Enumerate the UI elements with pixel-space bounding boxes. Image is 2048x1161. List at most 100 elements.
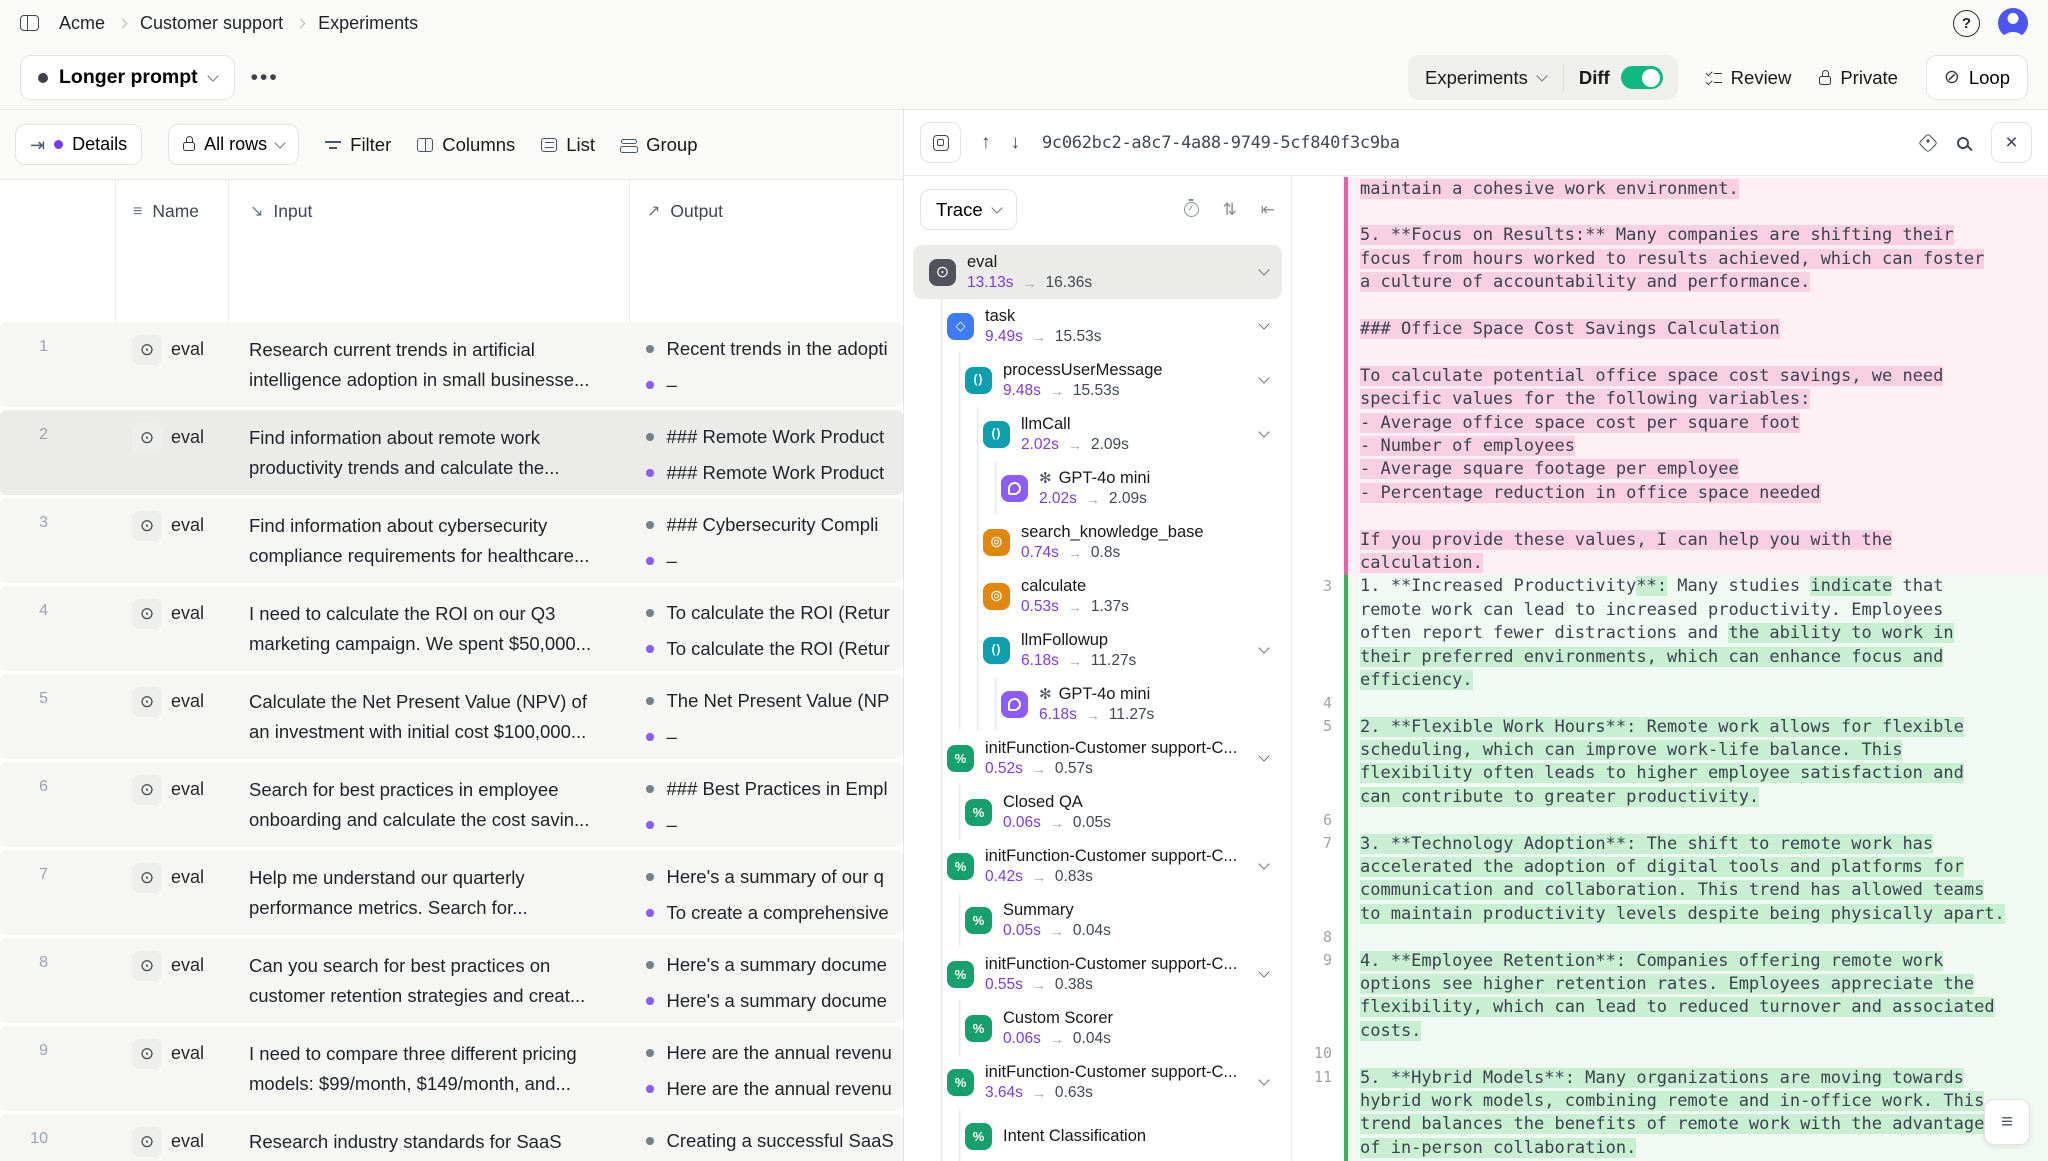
trace-toolbar: Trace ⇅ ⇤ — [913, 189, 1282, 230]
duration-secondary: 0.83s — [1055, 867, 1093, 887]
removed-text: To calculate potential office space cost… — [1360, 366, 1943, 386]
trace-tree-row[interactable]: %initFunction-Customer support-C...0.42s… — [913, 839, 1282, 893]
collapse-vertical-icon[interactable]: ⇅ — [1223, 201, 1237, 218]
breadcrumb-item-customer-support[interactable]: Customer support — [140, 13, 283, 34]
chevron-down-icon[interactable] — [1258, 264, 1269, 275]
chevron-down-icon[interactable] — [1258, 750, 1269, 761]
search-icon[interactable] — [1957, 137, 1969, 149]
trace-tree-row[interactable]: ◇task9.49s→15.53s — [913, 299, 1282, 353]
stopwatch-icon[interactable] — [1184, 202, 1199, 217]
experiment-selector[interactable]: Longer prompt — [20, 55, 235, 100]
group-button[interactable]: Group — [621, 134, 697, 156]
row-name-cell: ⊙eval — [115, 938, 228, 1023]
tag-icon[interactable] — [1918, 133, 1938, 153]
diff-line-text: to maintain productivity levels despite … — [1348, 902, 2048, 925]
table-row[interactable]: 3⊙evalFind information about cybersecuri… — [0, 498, 903, 583]
chevron-down-icon[interactable] — [1258, 318, 1269, 329]
diff-menu-button[interactable]: ≡ — [1984, 1099, 2030, 1145]
trace-tree-row[interactable]: ⊚calculate0.53s→1.37s — [913, 569, 1282, 623]
trace-tree-row[interactable]: %Closed QA0.06s→0.05s — [913, 785, 1282, 839]
trace-tree-row[interactable]: ()llmCall2.02s→2.09s — [913, 407, 1282, 461]
column-header-output[interactable]: ↗ Output — [629, 180, 903, 322]
indent-guide — [929, 299, 947, 353]
trace-span-name: initFunction-Customer support-C... — [985, 846, 1237, 867]
trace-row-text: Custom Scorer0.06s→0.04s — [1003, 1008, 1113, 1049]
removed-text: If you provide these values, I can help … — [1360, 530, 1892, 550]
table-row[interactable]: 7⊙evalHelp me understand our quarterlype… — [0, 850, 903, 935]
loop-button[interactable]: ⊘ Loop — [1926, 55, 2028, 100]
row-input-cell: Research industry standards for SaaS — [228, 1114, 629, 1161]
more-menu-button[interactable]: ••• — [251, 66, 279, 90]
chevron-down-icon[interactable] — [1258, 858, 1269, 869]
trace-tree-row[interactable]: ✻GPT-4o mini2.02s→2.09s — [913, 461, 1282, 515]
diff-line: - Percentage reduction in office space n… — [1292, 481, 2048, 504]
table-row[interactable]: 9⊙evalI need to compare three different … — [0, 1026, 903, 1111]
column-header-input[interactable]: ↘ Input — [228, 180, 629, 322]
chevron-down-icon[interactable] — [1258, 1074, 1269, 1085]
trace-tree-row[interactable]: ()processUserMessage9.48s→15.53s — [913, 353, 1282, 407]
close-button[interactable]: × — [1991, 122, 2032, 163]
table-row[interactable]: 4⊙evalI need to calculate the ROI on our… — [0, 586, 903, 671]
breadcrumb-item-experiments[interactable]: Experiments — [318, 13, 418, 34]
help-icon[interactable]: ? — [1953, 10, 1980, 37]
table-row[interactable]: 6⊙evalSearch for best practices in emplo… — [0, 762, 903, 847]
trace-span-durations: 6.18s→11.27s — [1021, 651, 1136, 671]
collapse-left-icon[interactable]: ⇤ — [1261, 201, 1275, 218]
trace-row-text: llmCall2.02s→2.09s — [1021, 414, 1129, 455]
diff-line-text: If you provide these values, I can help … — [1348, 528, 2048, 551]
trace-tree-row[interactable]: %initFunction-Customer support-C...0.52s… — [913, 731, 1282, 785]
next-row-button[interactable]: ↓ — [1011, 132, 1021, 154]
row-name-cell: ⊙eval — [115, 1026, 228, 1111]
trace-tree-row[interactable]: ⊙eval13.13s→16.36s — [913, 245, 1282, 299]
sidebar-toggle-icon[interactable] — [20, 15, 39, 31]
table-row[interactable]: 10⊙evalResearch industry standards for S… — [0, 1114, 903, 1161]
avatar[interactable] — [1998, 8, 2028, 38]
filter-button[interactable]: Filter — [325, 134, 391, 156]
trace-view-label: Trace — [936, 199, 983, 221]
column-header-name[interactable]: ≡ Name — [115, 180, 228, 322]
trace-tree-row[interactable]: %initFunction-Customer support-C...3.64s… — [913, 1055, 1282, 1109]
chevron-down-icon[interactable] — [1258, 966, 1269, 977]
openai-logo-icon: ✻ — [1039, 684, 1052, 705]
chevron-down-icon[interactable] — [1258, 372, 1269, 383]
trace-tree-pane: Trace ⇅ ⇤ ⊙eval13.13s→16.36s◇task9.49s→1… — [904, 176, 1291, 1161]
review-button[interactable]: Review — [1706, 67, 1792, 89]
cube-span-icon: ◇ — [947, 313, 974, 340]
expand-button[interactable] — [920, 122, 961, 163]
private-button[interactable]: Private — [1819, 67, 1898, 89]
chevron-down-icon[interactable] — [1258, 426, 1269, 437]
indent-guide — [929, 623, 947, 677]
filter-icon — [325, 139, 341, 151]
duration-primary: 0.06s — [1003, 1029, 1041, 1049]
breadcrumb-item-acme[interactable]: Acme — [59, 13, 105, 34]
chevron-down-icon[interactable] — [1258, 642, 1269, 653]
score-span-icon: % — [947, 853, 974, 880]
trace-tree-row[interactable]: %Custom Scorer0.06s→0.04s — [913, 1001, 1282, 1055]
columns-button[interactable]: Columns — [417, 134, 515, 156]
diff-line-number — [1292, 388, 1344, 411]
previous-row-button[interactable]: ↑ — [981, 132, 991, 154]
table-row[interactable]: 2⊙evalFind information about remote work… — [0, 410, 903, 495]
trace-panel-header: ↑ ↓ 9c062bc2-a8c7-4a88-9749-5cf840f3c9ba… — [904, 110, 2048, 176]
all-rows-dropdown[interactable]: All rows — [168, 124, 299, 165]
table-row[interactable]: 5⊙evalCalculate the Net Present Value (N… — [0, 674, 903, 759]
trace-tree-row[interactable]: %Summary0.05s→0.04s — [913, 893, 1282, 947]
view-dropdown[interactable]: Experiments — [1408, 67, 1563, 89]
table-row[interactable]: 1⊙evalResearch current trends in artific… — [0, 322, 903, 407]
chevron-down-icon — [991, 202, 1002, 213]
trace-tree-row[interactable]: ⊚search_knowledge_base0.74s→0.8s — [913, 515, 1282, 569]
trace-tree-row[interactable]: %Intent Classification — [913, 1109, 1282, 1161]
diff-line-text — [1348, 341, 2048, 364]
gray-dot-icon — [646, 1137, 654, 1145]
row-number-value: 10 — [0, 1114, 48, 1148]
list-button[interactable]: List — [541, 134, 595, 156]
trace-view-dropdown[interactable]: Trace — [920, 189, 1017, 230]
trace-tree-row[interactable]: ()llmFollowup6.18s→11.27s — [913, 623, 1282, 677]
diff-toggle[interactable] — [1621, 66, 1663, 89]
trace-tree-row[interactable]: %initFunction-Customer support-C...0.55s… — [913, 947, 1282, 1001]
trace-panel: ↑ ↓ 9c062bc2-a8c7-4a88-9749-5cf840f3c9ba… — [903, 110, 2048, 1161]
table-row[interactable]: 8⊙evalCan you search for best practices … — [0, 938, 903, 1023]
diff-line-number — [1292, 1089, 1344, 1112]
details-button[interactable]: ⇥ Details — [15, 124, 142, 165]
trace-tree-row[interactable]: ✻GPT-4o mini6.18s→11.27s — [913, 677, 1282, 731]
